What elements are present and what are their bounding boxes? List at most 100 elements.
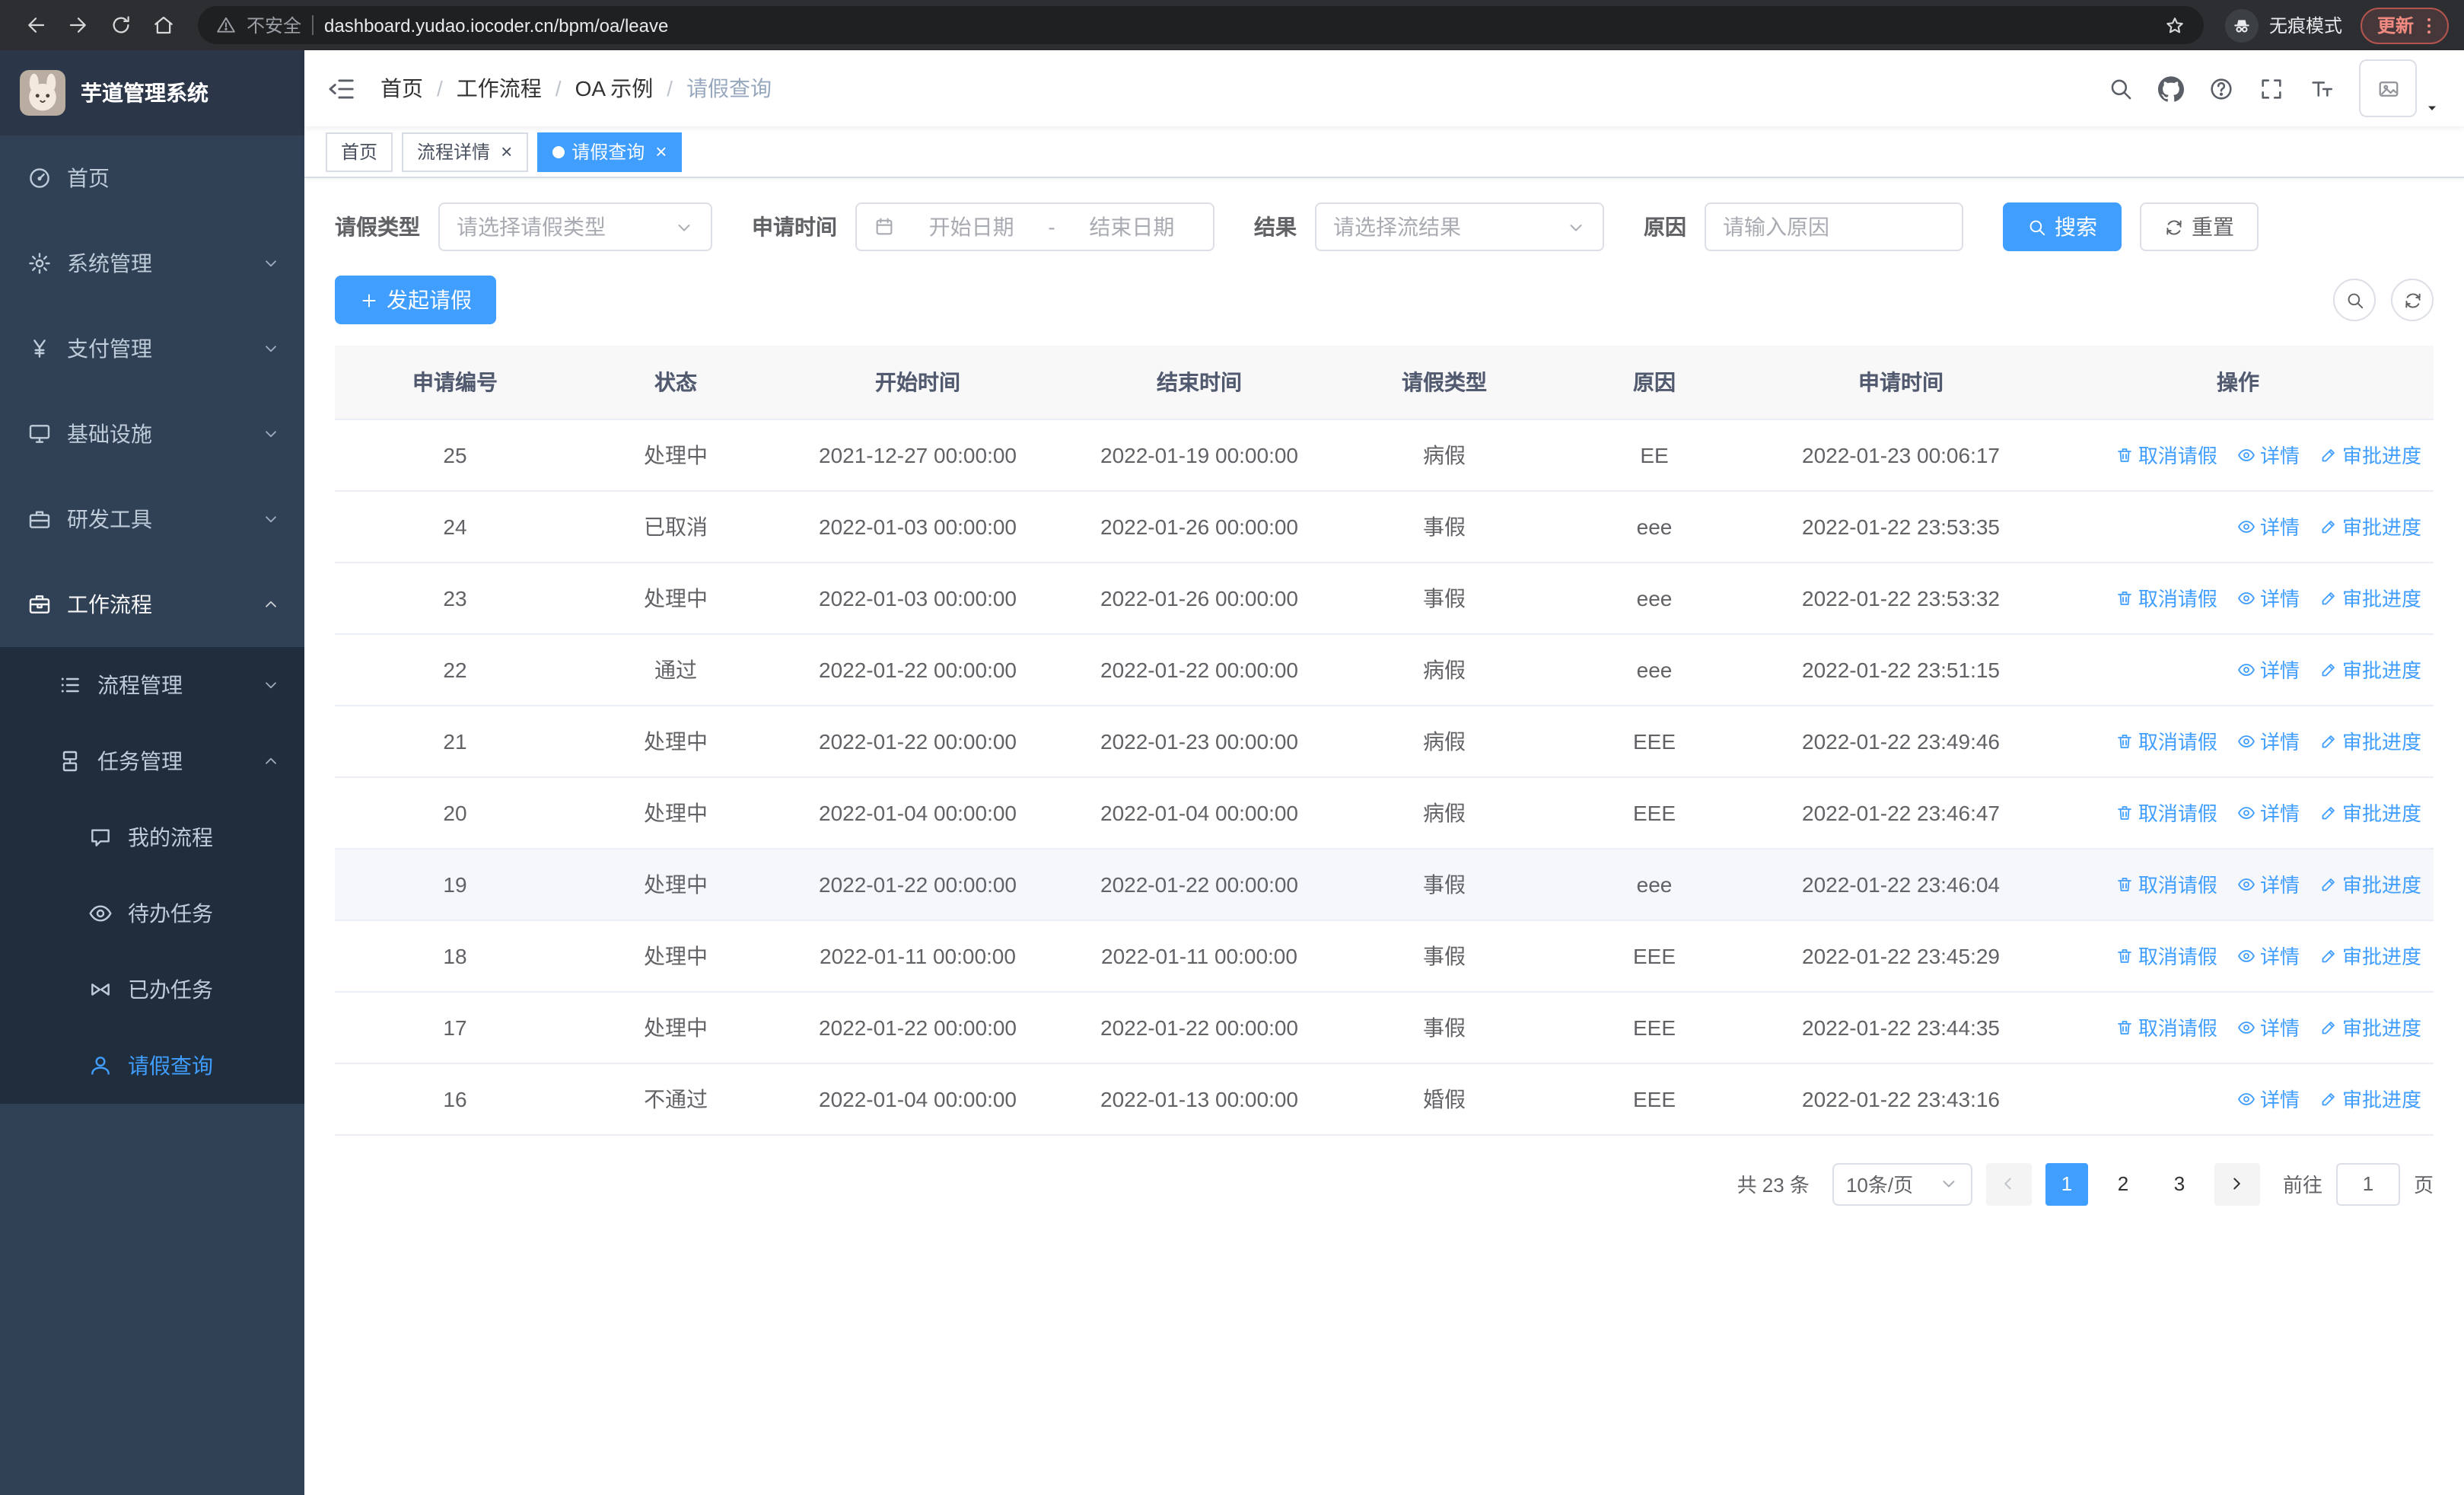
column-header: 开始时间 [776, 346, 1059, 419]
progress-link[interactable]: 审批进度 [2319, 512, 2421, 540]
detail-link[interactable]: 详情 [2237, 798, 2300, 827]
browser-update-button[interactable]: 更新 [2360, 7, 2449, 43]
cell-start: 2021-12-27 00:00:00 [776, 419, 1059, 491]
reset-button[interactable]: 重置 [2140, 202, 2259, 251]
security-label: 不安全 [247, 15, 302, 37]
breadcrumb-item[interactable]: 首页 [380, 73, 423, 104]
detail-link[interactable]: 详情 [2237, 655, 2300, 684]
tab-item[interactable]: 首页 [326, 132, 393, 171]
create-leave-button[interactable]: 发起请假 [335, 276, 496, 324]
trash-icon [2115, 946, 2134, 964]
user-avatar-menu[interactable] [2359, 59, 2441, 117]
hamburger-icon[interactable] [327, 74, 356, 103]
progress-link[interactable]: 审批进度 [2319, 1084, 2421, 1113]
prev-page-button[interactable] [1985, 1162, 2032, 1205]
sidebar-item-3[interactable]: 支付管理 [0, 306, 304, 391]
progress-link[interactable]: 审批进度 [2319, 798, 2421, 827]
chevron-down-icon [262, 254, 280, 273]
search-button[interactable]: 搜索 [2003, 202, 2122, 251]
sidebar-item-6[interactable]: 工作流程 [0, 562, 304, 647]
sidebar-item-1[interactable]: 首页 [0, 135, 304, 221]
end-date-input[interactable]: 结束日期 [1068, 212, 1196, 242]
sidebar-item-4[interactable]: 基础设施 [0, 391, 304, 477]
home-icon [151, 14, 174, 37]
progress-link[interactable]: 审批进度 [2319, 583, 2421, 612]
cancel-link[interactable]: 取消请假 [2115, 440, 2217, 469]
reason-input[interactable]: 请输入原因 [1705, 202, 1963, 251]
sidebar-item-label: 任务管理 [97, 749, 183, 773]
progress-link[interactable]: 审批进度 [2319, 655, 2421, 684]
leave-type-select[interactable]: 请选择请假类型 [438, 202, 712, 251]
sidebar-item-5[interactable]: 研发工具 [0, 477, 304, 562]
sidebar-item-7[interactable]: 流程管理 [0, 647, 304, 723]
detail-link[interactable]: 详情 [2237, 583, 2300, 612]
progress-link[interactable]: 审批进度 [2319, 726, 2421, 755]
page-1-button[interactable]: 1 [2045, 1162, 2088, 1205]
result-filter: 结果 请选择流结果 [1254, 202, 1604, 251]
not-secure-warning-icon [216, 15, 236, 35]
cancel-link[interactable]: 取消请假 [2115, 583, 2217, 612]
address-bar[interactable]: 不安全 dashboard.yudao.iocoder.cn/bpm/oa/le… [198, 6, 2204, 44]
user-avatar[interactable] [2359, 59, 2417, 117]
reason-filter: 原因 请输入原因 [1644, 202, 1963, 251]
detail-link[interactable]: 详情 [2237, 726, 2300, 755]
tab-close-icon[interactable]: × [655, 142, 667, 161]
browser-forward-button[interactable] [58, 5, 97, 45]
breadcrumb-item[interactable]: OA 示例 [575, 73, 654, 104]
column-header: 状态 [575, 346, 776, 419]
sidebar-item-12[interactable]: 请假查询 [0, 1028, 304, 1104]
toggle-search-button[interactable] [2333, 279, 2376, 321]
tab-item[interactable]: 流程详情 × [402, 132, 528, 171]
fullscreen-icon[interactable] [2259, 75, 2284, 101]
detail-link[interactable]: 详情 [2237, 869, 2300, 898]
cell-end: 2022-01-11 00:00:00 [1059, 920, 1339, 992]
tab-close-icon[interactable]: × [501, 142, 512, 161]
cancel-link[interactable]: 取消请假 [2115, 1012, 2217, 1041]
broken-image-icon [2376, 77, 2399, 100]
progress-link[interactable]: 审批进度 [2319, 1012, 2421, 1041]
start-date-input[interactable]: 开始日期 [907, 212, 1036, 242]
page-size-select[interactable]: 10条/页 [1832, 1162, 1972, 1205]
header-search-icon[interactable] [2108, 75, 2134, 101]
browser-home-button[interactable] [143, 5, 183, 45]
browser-menu-icon[interactable] [2418, 14, 2440, 36]
eye-icon [2237, 445, 2255, 464]
sidebar-item-10[interactable]: 待办任务 [0, 875, 304, 952]
detail-link[interactable]: 详情 [2237, 440, 2300, 469]
cancel-link[interactable]: 取消请假 [2115, 798, 2217, 827]
browser-back-button[interactable] [15, 5, 55, 45]
cell-type: 事假 [1339, 920, 1549, 992]
progress-link[interactable]: 审批进度 [2319, 941, 2421, 970]
detail-link[interactable]: 详情 [2237, 941, 2300, 970]
sidebar-item-2[interactable]: 系统管理 [0, 221, 304, 306]
detail-link[interactable]: 详情 [2237, 1012, 2300, 1041]
apply-time-filter: 申请时间 开始日期 - 结束日期 [752, 202, 1214, 251]
page-2-button[interactable]: 2 [2102, 1162, 2144, 1205]
browser-reload-button[interactable] [100, 5, 140, 45]
cancel-link[interactable]: 取消请假 [2115, 726, 2217, 755]
sidebar-item-11[interactable]: 已办任务 [0, 952, 304, 1028]
bookmark-star-icon[interactable] [2164, 14, 2185, 36]
sidebar-item-9[interactable]: 我的流程 [0, 799, 304, 875]
detail-link-label: 详情 [2259, 445, 2300, 467]
cancel-link[interactable]: 取消请假 [2115, 869, 2217, 898]
progress-link[interactable]: 审批进度 [2319, 869, 2421, 898]
goto-page-input[interactable] [2335, 1162, 2400, 1205]
tab-active[interactable]: 请假查询 × [536, 132, 683, 171]
result-select[interactable]: 请选择流结果 [1315, 202, 1604, 251]
font-size-icon[interactable] [2309, 75, 2335, 101]
table-refresh-button[interactable] [2391, 279, 2434, 321]
apply-time-range-picker[interactable]: 开始日期 - 结束日期 [855, 202, 1214, 251]
progress-link[interactable]: 审批进度 [2319, 440, 2421, 469]
github-icon[interactable] [2158, 75, 2184, 101]
help-icon[interactable] [2208, 75, 2234, 101]
breadcrumb-item[interactable]: 工作流程 [457, 73, 542, 104]
table-row: 22 通过 2022-01-22 00:00:00 2022-01-22 00:00:… [335, 633, 2434, 706]
cancel-link[interactable]: 取消请假 [2115, 941, 2217, 970]
page-3-button[interactable]: 3 [2158, 1162, 2201, 1205]
next-page-button[interactable] [2214, 1162, 2260, 1205]
detail-link[interactable]: 详情 [2237, 1084, 2300, 1113]
logo: 芋道管理系统 [0, 50, 304, 135]
sidebar-item-8[interactable]: 任务管理 [0, 723, 304, 799]
detail-link[interactable]: 详情 [2237, 512, 2300, 540]
